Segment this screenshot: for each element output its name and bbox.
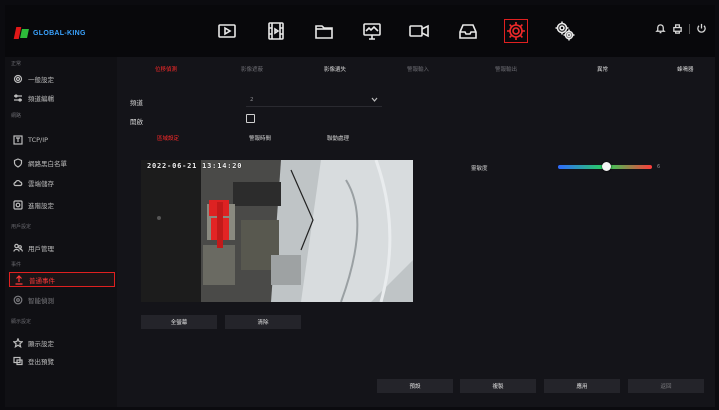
advanced-icon (13, 199, 23, 210)
tab-video-loss[interactable]: 影像遺失 (324, 65, 346, 73)
sensitivity-value: 6 (657, 164, 661, 170)
sidebar-item-general[interactable]: 一般設定 (9, 71, 115, 86)
sidebar-item-normal-event[interactable]: 普通事件 (9, 272, 115, 287)
camera-icon (409, 24, 429, 38)
tab-buzzer[interactable]: 蜂鳴器 (677, 65, 694, 73)
video-osd-timestamp: 2022-06-21 13:14:20 (147, 162, 243, 170)
sidebar-item-label: 智能偵測 (28, 296, 54, 305)
brand-mark-icon (13, 27, 29, 39)
settings-gear-icon (507, 22, 525, 40)
sidebar-item-label: TCP/IP (28, 135, 49, 144)
printer-icon[interactable] (672, 23, 683, 34)
top-right-controls (655, 23, 707, 34)
tab-alarm-input[interactable]: 警報輸入 (407, 65, 429, 73)
sidebar-item-label: 頻道編輯 (28, 94, 54, 103)
cloud-icon (13, 179, 23, 186)
event-tabs: 位移偵測 影像遮蔽 影像遺失 警報輸入 警報輸出 異常 蜂鳴器 (117, 65, 715, 77)
sidebar-item-ip-filter[interactable]: 網路黑白名單 (9, 155, 115, 170)
sidebar-group-event: 事件 (11, 262, 22, 268)
sliders-icon (14, 93, 22, 102)
upload-icon (15, 274, 23, 285)
brand-logo: GLOBAL-KING (13, 27, 86, 39)
sidebar-item-display-settings[interactable]: 顯示設定 (9, 335, 115, 350)
sidebar-item-label: 雲端儲存 (28, 179, 54, 188)
nav-monitor[interactable] (360, 19, 384, 43)
nav-system[interactable] (553, 19, 577, 43)
sidebar-item-logout-preview[interactable]: 登出預覽 (9, 353, 115, 368)
nav-film[interactable] (264, 19, 288, 43)
config-subtabs: 區域設定 警報時間 聯動處理 (117, 134, 715, 146)
enable-checkbox[interactable] (246, 114, 255, 123)
sidebar-item-cloud-storage[interactable]: 雲端儲存 (9, 175, 115, 190)
sidebar-item-smart-detection[interactable]: 智能偵測 (9, 292, 115, 307)
sidebar-item-label: 顯示設定 (28, 339, 54, 348)
channel-value: 2 (250, 96, 254, 103)
sidebar-item-label: 網路黑白名單 (28, 159, 67, 168)
sidebar-item-label: 普通事件 (29, 276, 55, 285)
main-panel: 位移偵測 影像遮蔽 影像遺失 警報輸入 警報輸出 異常 蜂鳴器 頻道 2 開啟 … (117, 57, 715, 407)
brand-name: GLOBAL-KING (33, 29, 86, 37)
sidebar-item-channel-edit[interactable]: 頻道編輯 (9, 90, 115, 105)
top-bar: GLOBAL-KING (5, 5, 715, 57)
gear-outline-icon (13, 74, 23, 83)
shield-icon (13, 157, 23, 168)
preview-icon (13, 356, 23, 365)
camera-scene-image (141, 160, 413, 302)
sidebar: 正常 一般設定 頻道編輯 網路 TCP/IP 網路黑白名單 雲端儲存 進階設定 … (5, 57, 117, 407)
tab-exception[interactable]: 異常 (597, 65, 608, 73)
playback-icon (218, 24, 236, 38)
star-icon (13, 337, 23, 348)
tab-alarm-output[interactable]: 警報輸出 (495, 65, 517, 73)
clear-button[interactable]: 清除 (225, 315, 301, 329)
sidebar-item-tcpip[interactable]: TCP/IP (9, 132, 115, 147)
subtab-linkage[interactable]: 聯動處理 (327, 134, 349, 142)
sidebar-group-user: 用戶設定 (11, 224, 32, 230)
enable-label: 開啟 (130, 118, 143, 126)
tcpip-icon (13, 134, 23, 145)
tab-motion-detection[interactable]: 位移偵測 (155, 65, 177, 73)
subtab-alarm-schedule[interactable]: 警報時間 (249, 134, 271, 142)
cancel-button[interactable]: 返回 (628, 379, 704, 393)
bell-icon[interactable] (655, 23, 666, 34)
sidebar-group-network: 網路 (11, 113, 22, 119)
default-button[interactable]: 預設 (377, 379, 453, 393)
tab-video-mask[interactable]: 影像遮蔽 (241, 65, 263, 73)
nvr-screen: GLOBAL-KING 正常 一般設定 頻道編輯 網路 TCP/IP 網路黑白名… (5, 5, 715, 407)
chevron-down-icon (371, 97, 378, 102)
nav-camera[interactable] (407, 19, 431, 43)
folder-icon (315, 25, 333, 39)
subtab-area-settings[interactable]: 區域設定 (157, 134, 179, 142)
sensitivity-slider-handle[interactable] (602, 162, 612, 171)
nav-playback[interactable] (215, 19, 239, 43)
apply-button[interactable]: 應用 (544, 379, 620, 393)
system-gear-icon (555, 21, 575, 41)
power-icon[interactable] (696, 23, 707, 34)
sidebar-group-display: 顯示設定 (11, 319, 32, 325)
sidebar-item-label: 登出預覽 (28, 357, 54, 366)
sidebar-item-label: 進階設定 (28, 201, 54, 210)
sidebar-item-label: 用戶管理 (28, 244, 54, 253)
sensitivity-label: 靈敏度 (471, 166, 488, 172)
monitor-icon (363, 23, 381, 40)
full-screen-button[interactable]: 全螢幕 (141, 315, 217, 329)
divider (689, 23, 690, 34)
sidebar-group-general: 正常 (11, 61, 22, 67)
users-icon (13, 243, 23, 252)
channel-label: 頻道 (130, 99, 143, 107)
sidebar-item-label: 一般設定 (28, 75, 54, 84)
smart-icon (13, 295, 23, 304)
nav-files[interactable] (312, 19, 336, 43)
nav-storage[interactable] (456, 19, 480, 43)
sidebar-item-advanced[interactable]: 進階設定 (9, 197, 115, 212)
film-icon (268, 22, 284, 40)
copy-button[interactable]: 複製 (460, 379, 536, 393)
storage-icon (459, 24, 477, 39)
nav-settings[interactable] (504, 19, 528, 43)
sidebar-item-user-management[interactable]: 用戶管理 (9, 240, 115, 255)
camera-preview[interactable]: 2022-06-21 13:14:20 (141, 160, 413, 302)
channel-select[interactable]: 2 (246, 93, 382, 107)
app-frame: GLOBAL-KING 正常 一般設定 頻道編輯 網路 TCP/IP 網路黑白名… (0, 0, 719, 410)
